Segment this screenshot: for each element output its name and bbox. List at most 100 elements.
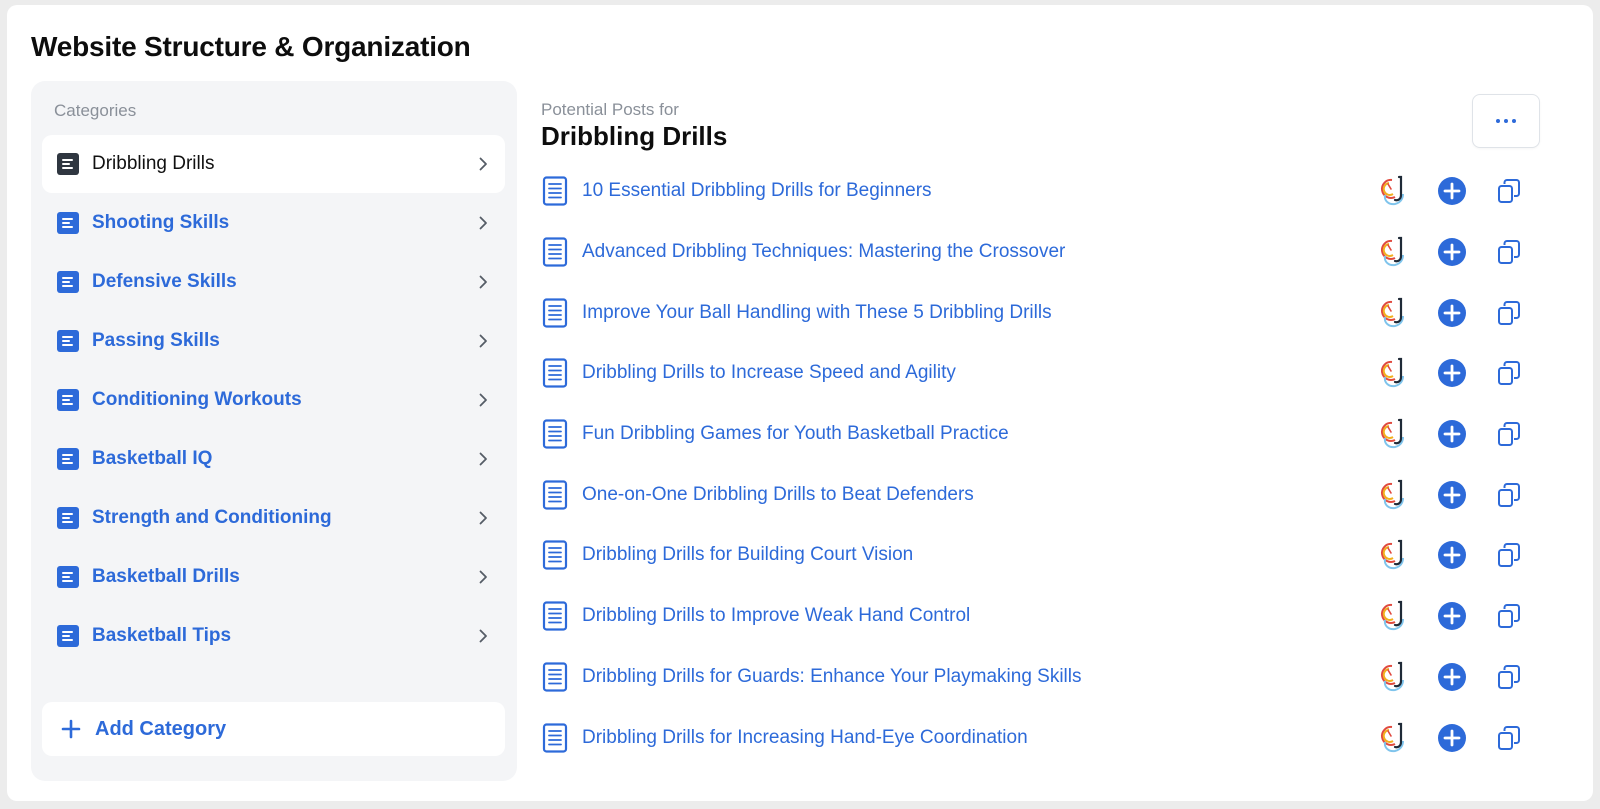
document-icon	[542, 662, 568, 692]
post-row: Fun Dribbling Games for Youth Basketball…	[541, 404, 1541, 465]
post-row: One-on-One Dribbling Drills to Beat Defe…	[541, 464, 1541, 525]
page-title: Website Structure & Organization	[31, 31, 471, 62]
copy-icon[interactable]	[1497, 300, 1521, 326]
copy-icon[interactable]	[1497, 178, 1521, 204]
ai-writer-icon[interactable]	[1379, 539, 1409, 571]
category-label: Conditioning Workouts	[92, 389, 302, 410]
copy-icon[interactable]	[1497, 360, 1521, 386]
copy-icon[interactable]	[1497, 725, 1521, 751]
document-lines-icon	[57, 448, 79, 470]
category-label: Basketball Tips	[92, 625, 232, 646]
document-lines-icon	[57, 389, 79, 411]
chevron-right-icon	[479, 452, 487, 466]
category-label: Basketball Drills	[92, 566, 240, 587]
sidebar-item-passing-skills[interactable]: Passing Skills	[42, 312, 505, 370]
document-icon	[542, 176, 568, 206]
chevron-right-icon	[479, 157, 487, 171]
category-label: Strength and Conditioning	[92, 507, 332, 528]
copy-icon[interactable]	[1497, 664, 1521, 690]
post-row: Dribbling Drills for Building Court Visi…	[541, 525, 1541, 586]
document-icon	[542, 237, 568, 267]
sidebar-item-basketball-tips[interactable]: Basketball Tips	[42, 607, 505, 665]
post-row: Dribbling Drills to Increase Speed and A…	[541, 343, 1541, 404]
sidebar-item-shooting-skills[interactable]: Shooting Skills	[42, 194, 505, 252]
chevron-right-icon	[479, 570, 487, 584]
plus-circle-icon[interactable]	[1437, 662, 1467, 692]
category-label: Defensive Skills	[92, 271, 237, 292]
post-row: Dribbling Drills for Guards: Enhance You…	[541, 647, 1541, 708]
copy-icon[interactable]	[1497, 482, 1521, 508]
posts-subtitle: Potential Posts for	[541, 100, 679, 119]
plus-circle-icon[interactable]	[1437, 298, 1467, 328]
category-label: Dribbling Drills	[92, 153, 215, 174]
category-label: Basketball IQ	[92, 448, 213, 469]
sidebar-item-basketball-iq[interactable]: Basketball IQ	[42, 430, 505, 488]
chevron-right-icon	[479, 216, 487, 230]
document-icon	[542, 480, 568, 510]
chevron-right-icon	[479, 511, 487, 525]
document-icon	[542, 298, 568, 328]
plus-circle-icon[interactable]	[1437, 601, 1467, 631]
document-icon	[542, 419, 568, 449]
sidebar-item-basketball-drills[interactable]: Basketball Drills	[42, 548, 505, 606]
plus-circle-icon[interactable]	[1437, 176, 1467, 206]
ai-writer-icon[interactable]	[1379, 418, 1409, 450]
document-icon	[542, 358, 568, 389]
ai-writer-icon[interactable]	[1379, 479, 1409, 511]
chevron-right-icon	[479, 275, 487, 289]
document-icon	[542, 722, 568, 753]
ai-writer-icon[interactable]	[1379, 600, 1409, 632]
post-row: Improve Your Ball Handling with These 5 …	[541, 282, 1541, 343]
category-label: Shooting Skills	[92, 212, 230, 233]
add-category-button[interactable]: Add Category	[42, 702, 505, 756]
plus-circle-icon[interactable]	[1437, 480, 1467, 510]
plus-circle-icon[interactable]	[1437, 358, 1467, 388]
add-category-label: Add Category	[95, 717, 227, 740]
plus-icon	[61, 719, 81, 739]
post-list: 10 Essential Dribbling Drills for Beginn…	[541, 161, 1541, 768]
document-lines-icon	[57, 271, 79, 293]
ai-writer-icon[interactable]	[1379, 175, 1409, 207]
more-horizontal-icon	[1496, 119, 1500, 123]
ai-writer-icon[interactable]	[1379, 661, 1409, 693]
post-row: Advanced Dribbling Techniques: Mastering…	[541, 222, 1541, 283]
category-label: Passing Skills	[92, 330, 220, 351]
ai-writer-icon[interactable]	[1379, 722, 1409, 754]
categories-sidebar: Categories Dribbling Drills Shooting Ski…	[31, 81, 517, 781]
plus-circle-icon[interactable]	[1437, 540, 1467, 570]
document-lines-icon	[57, 330, 79, 352]
sidebar-item-defensive-skills[interactable]: Defensive Skills	[42, 253, 505, 311]
document-icon	[542, 540, 568, 571]
ai-writer-icon[interactable]	[1379, 297, 1409, 329]
website-structure-card: Website Structure & Organization Categor…	[7, 5, 1593, 801]
chevron-right-icon	[479, 393, 487, 407]
posts-category-title: Dribbling Drills	[541, 121, 728, 151]
ai-writer-icon[interactable]	[1379, 357, 1409, 389]
sidebar-item-strength-and-conditioning[interactable]: Strength and Conditioning	[42, 489, 505, 547]
copy-icon[interactable]	[1497, 239, 1521, 265]
plus-circle-icon[interactable]	[1437, 723, 1467, 753]
category-list: Dribbling Drills Shooting Skills Defensi…	[42, 135, 505, 666]
plus-circle-icon[interactable]	[1437, 419, 1467, 449]
chevron-right-icon	[479, 334, 487, 348]
document-lines-icon	[57, 153, 79, 175]
chevron-right-icon	[479, 629, 487, 643]
copy-icon[interactable]	[1497, 542, 1521, 568]
sidebar-item-dribbling-drills[interactable]: Dribbling Drills	[42, 135, 505, 193]
document-lines-icon	[57, 566, 79, 588]
plus-circle-icon[interactable]	[1437, 237, 1467, 267]
document-icon	[542, 601, 568, 631]
sidebar-item-conditioning-workouts[interactable]: Conditioning Workouts	[42, 371, 505, 429]
post-row: Dribbling Drills to Improve Weak Hand Co…	[541, 586, 1541, 647]
copy-icon[interactable]	[1497, 603, 1521, 629]
post-row: 10 Essential Dribbling Drills for Beginn…	[541, 161, 1541, 222]
copy-icon[interactable]	[1497, 421, 1521, 447]
posts-panel: Potential Posts for Dribbling Drills 10 …	[541, 81, 1561, 781]
categories-heading: Categories	[54, 101, 137, 120]
document-lines-icon	[57, 212, 79, 234]
document-lines-icon	[57, 507, 79, 529]
ai-writer-icon[interactable]	[1379, 236, 1409, 268]
document-lines-icon	[57, 625, 79, 647]
more-options-button[interactable]	[1472, 94, 1540, 148]
post-row: Dribbling Drills for Increasing Hand-Eye…	[541, 707, 1541, 768]
